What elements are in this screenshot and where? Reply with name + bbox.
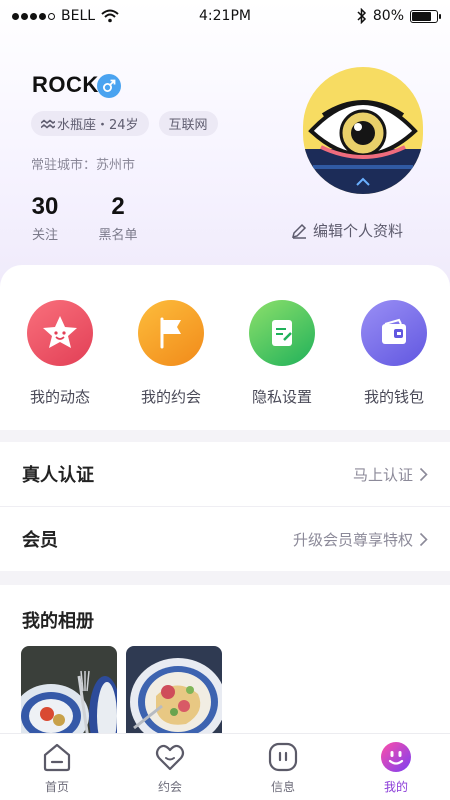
row-membership[interactable]: 会员 升级会员尊享特权: [0, 507, 450, 571]
tag-zodiac-age-label: 水瓶座・24岁: [57, 118, 139, 133]
avatar[interactable]: [303, 67, 423, 194]
tag-industry-label: 互联网: [168, 118, 208, 133]
wallet-icon: [361, 300, 427, 366]
quick-my-dates[interactable]: 我的约会: [126, 300, 216, 407]
quick-my-posts-label: 我的动态: [29, 388, 90, 406]
quick-my-wallet-label: 我的钱包: [363, 388, 424, 406]
profile-tags: 水瓶座・24岁 互联网: [31, 111, 218, 136]
tab-home-label: 首页: [44, 780, 69, 794]
status-bar: BELL 4:21PM 80%: [0, 0, 450, 32]
message-icon: [266, 740, 300, 774]
row-membership-title: 会员: [22, 530, 58, 551]
chevron-right-icon: [419, 467, 428, 481]
tab-dates-label: 约会: [157, 780, 182, 794]
tag-zodiac-age: 水瓶座・24岁: [31, 111, 149, 136]
album-photo[interactable]: [21, 646, 117, 746]
stat-blacklist[interactable]: 2 黑名单: [95, 192, 141, 243]
tab-home[interactable]: 首页: [17, 740, 97, 795]
row-verification-action-label: 马上认证: [352, 465, 413, 484]
battery-percent: 80%: [372, 8, 404, 24]
row-membership-action: 升级会员尊享特权: [293, 529, 428, 550]
row-verification-title: 真人认证: [22, 465, 94, 486]
tab-messages[interactable]: 信息: [243, 740, 323, 795]
tag-industry: 互联网: [158, 111, 218, 136]
flag-icon: [138, 300, 204, 366]
blacklist-count: 2: [111, 193, 125, 220]
profile-face-icon: [379, 740, 413, 774]
following-label: 关注: [31, 228, 58, 243]
bottom-tab-bar: 首页 约会 信息 我的: [0, 733, 450, 800]
row-real-person-verification[interactable]: 真人认证 马上认证: [0, 442, 450, 506]
quick-my-wallet[interactable]: 我的钱包: [349, 300, 439, 407]
quick-privacy-settings-label: 隐私设置: [251, 388, 312, 406]
bluetooth-icon: [357, 8, 366, 24]
blacklist-label: 黑名单: [98, 228, 138, 243]
male-gender-icon: [97, 74, 121, 98]
tab-mine-label: 我的: [383, 780, 408, 794]
quick-privacy-settings[interactable]: 隐私设置: [237, 300, 327, 407]
quick-my-dates-label: 我的约会: [140, 388, 201, 406]
star-face-icon: [27, 300, 93, 366]
edit-profile-button[interactable]: 编辑个人资料: [291, 220, 403, 241]
aquarius-icon: [41, 119, 55, 128]
battery-icon: [410, 9, 441, 23]
row-verification-action: 马上认证: [353, 464, 428, 485]
document-edit-icon: [249, 300, 315, 366]
edit-profile-label: 编辑个人资料: [313, 222, 404, 240]
row-membership-action-label: 升级会员尊享特权: [292, 530, 413, 549]
pencil-icon: [291, 223, 307, 239]
status-right: 80%: [357, 8, 441, 24]
quick-my-posts[interactable]: 我的动态: [15, 300, 105, 407]
tab-mine[interactable]: 我的: [356, 740, 436, 795]
following-count: 30: [31, 193, 59, 220]
heart-icon: [153, 740, 187, 774]
profile-name: ROCK: [32, 72, 99, 97]
album-section: 我的相册: [0, 585, 450, 746]
stat-following[interactable]: 30 关注: [28, 192, 62, 243]
resident-city: 常驻城市：苏州市: [31, 158, 136, 173]
chevron-right-icon: [419, 532, 428, 546]
album-title: 我的相册: [22, 611, 94, 632]
tab-messages-label: 信息: [270, 780, 295, 794]
album-photo[interactable]: [126, 646, 222, 746]
tab-dates[interactable]: 约会: [130, 740, 210, 795]
home-icon: [40, 740, 74, 774]
